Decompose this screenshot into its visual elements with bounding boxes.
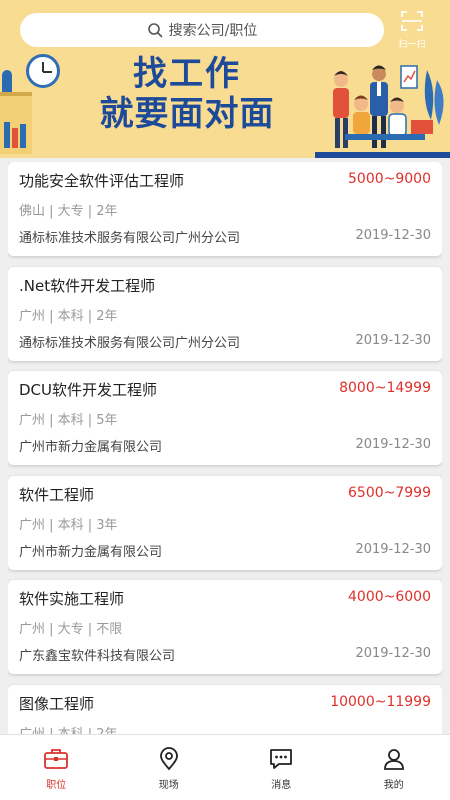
job-list[interactable]: 功能安全软件评估工程师 5000~9000 佛山 | 大专 | 2年 通标标准技… (8, 162, 442, 734)
job-meta: 广州 | 本科 | 2年 (19, 308, 118, 324)
job-card[interactable]: .Net软件开发工程师 广州 | 本科 | 2年 通标标准技术服务有限公司广州分… (8, 266, 442, 361)
job-card[interactable]: 软件实施工程师 4000~6000 广州 | 大专 | 不限 广东鑫宝软件科技有… (8, 580, 442, 674)
job-date: 2019-12-30 (355, 332, 431, 348)
user-icon (383, 749, 404, 770)
job-date: 2019-12-30 (355, 646, 431, 661)
job-company: 广东鑫宝软件科技有限公司 (19, 649, 176, 664)
banner: 找工作 就要面对面 搜索公司/职位 扫一扫 (0, 0, 450, 158)
job-date: 2019-12-30 (355, 541, 431, 557)
job-company: 通标标准技术服务有限公司广州分公司 (19, 231, 241, 246)
job-meta: 广州 | 本科 | 5年 (19, 413, 118, 428)
bottom-tab-bar: 职位 现场 消息 我的 (0, 734, 450, 800)
job-meta: 广州 | 本科 | 3年 (19, 517, 118, 533)
tab-onsite[interactable]: 现场 (113, 735, 226, 800)
search-bar[interactable]: 搜索公司/职位 (20, 13, 384, 47)
job-salary: 8000~14999 (339, 380, 431, 396)
job-salary: 4000~6000 (348, 589, 431, 605)
job-salary: 10000~11999 (330, 693, 431, 710)
job-company: 通标标准技术服务有限公司广州分公司 (19, 335, 241, 351)
scan-icon (401, 11, 423, 31)
search-icon (147, 23, 162, 38)
headline-line2: 就要面对面 (99, 94, 275, 134)
tab-profile[interactable]: 我的 (338, 735, 450, 800)
tab-jobs[interactable]: 职位 (0, 735, 113, 800)
job-card[interactable]: DCU软件开发工程师 8000~14999 广州 | 本科 | 5年 广州市新力… (8, 371, 442, 465)
job-title: .Net软件开发工程师 (19, 276, 156, 295)
job-meta: 广州 | 本科 | 2年 (19, 726, 118, 735)
job-company: 广州市新力金属有限公司 (19, 544, 163, 560)
job-title: 图像工程师 (19, 694, 95, 713)
headline-line1: 找工作 (133, 54, 241, 94)
job-card[interactable]: 软件工程师 6500~7999 广州 | 本科 | 3年 广州市新力金属有限公司… (8, 475, 442, 570)
scan-label: 扫一扫 (398, 40, 426, 50)
job-title: 软件实施工程师 (19, 590, 125, 608)
briefcase-icon (44, 749, 69, 769)
bookshelf-illustration (0, 92, 32, 154)
tab-jobs-label: 职位 (46, 780, 67, 791)
chat-icon (270, 749, 293, 769)
tab-messages[interactable]: 消息 (225, 735, 338, 800)
job-meta: 佛山 | 大专 | 2年 (19, 204, 118, 219)
scan-button[interactable]: 扫一扫 (394, 10, 430, 50)
job-company: 广州市新力金属有限公司 (19, 440, 163, 455)
search-placeholder: 搜索公司/职位 (168, 23, 258, 39)
job-meta: 广州 | 大专 | 不限 (19, 622, 123, 637)
job-date: 2019-12-30 (355, 437, 431, 452)
tab-profile-label: 我的 (383, 780, 404, 791)
clock-icon (26, 54, 60, 88)
job-salary: 5000~9000 (348, 171, 431, 187)
job-title: 功能安全软件评估工程师 (19, 172, 185, 190)
tab-messages-label: 消息 (271, 780, 292, 791)
job-card[interactable]: 图像工程师 10000~11999 广州 | 本科 | 2年 (8, 684, 442, 735)
banner-headline: 找工作 就要面对面 (72, 54, 302, 134)
job-title: DCU软件开发工程师 (19, 381, 158, 399)
plant-illustration (2, 70, 12, 92)
team-illustration (315, 65, 450, 158)
job-title: 软件工程师 (19, 485, 95, 504)
job-card[interactable]: 功能安全软件评估工程师 5000~9000 佛山 | 大专 | 2年 通标标准技… (8, 162, 442, 256)
tab-onsite-label: 现场 (158, 780, 179, 791)
location-pin-icon (159, 747, 178, 771)
job-date: 2019-12-30 (355, 228, 431, 243)
job-salary: 6500~7999 (348, 484, 431, 501)
